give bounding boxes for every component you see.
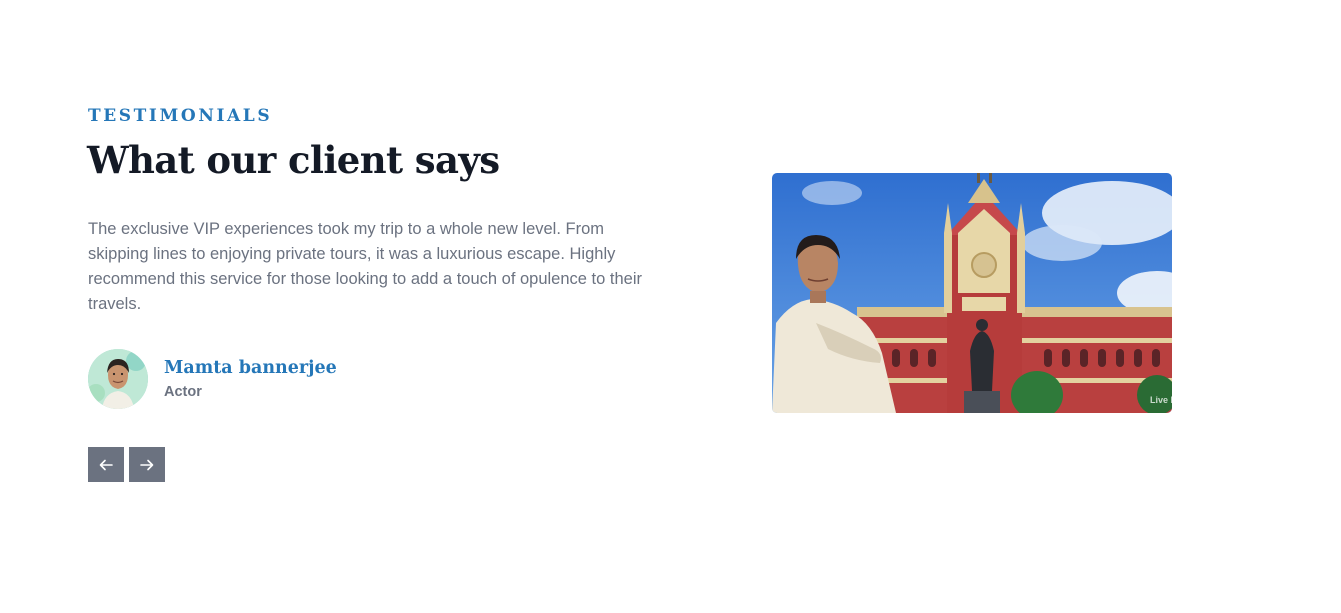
- next-button[interactable]: [129, 447, 165, 482]
- previous-button[interactable]: [88, 447, 124, 482]
- testimonial-quote: The exclusive VIP experiences took my tr…: [88, 220, 642, 313]
- testimonial-photo-icon: Live Law: [772, 173, 1172, 413]
- testimonial-author: Mamta bannerjee Actor: [88, 348, 388, 410]
- avatar-photo-icon: [88, 349, 148, 409]
- arrow-right-icon: [140, 459, 154, 470]
- section-eyebrow: TESTIMONIALS: [88, 106, 273, 126]
- author-role: Actor: [164, 384, 202, 400]
- author-name: Mamta bannerjee: [164, 358, 337, 378]
- testimonial-image: Live Law: [772, 173, 1172, 413]
- testimonials-section: TESTIMONIALS What our client says The ex…: [0, 0, 1341, 613]
- section-title: What our client says: [87, 138, 500, 182]
- image-watermark: Live Law: [1150, 395, 1172, 405]
- avatar: [88, 349, 148, 409]
- arrow-left-icon: [99, 459, 113, 470]
